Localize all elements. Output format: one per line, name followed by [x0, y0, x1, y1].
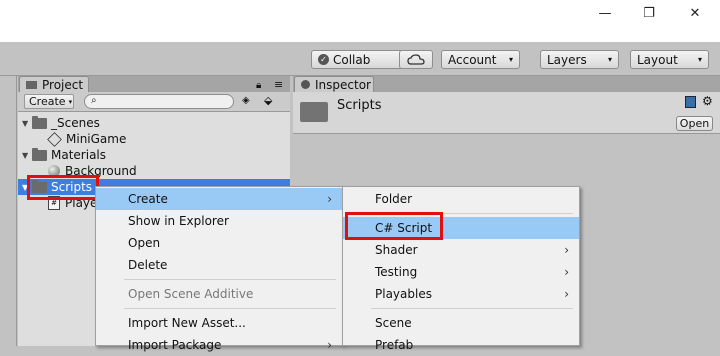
menu-item-open-scene-additive: Open Scene Additive	[96, 283, 342, 305]
label-tag-icon[interactable]: ⬙	[264, 94, 272, 107]
lock-icon[interactable]: 🔒︎	[256, 80, 261, 91]
create-button-label: Create	[29, 95, 66, 108]
info-icon	[301, 80, 310, 89]
menu-item-open[interactable]: Open	[96, 232, 342, 254]
maximize-icon: ❐	[643, 5, 655, 21]
open-button[interactable]: Open	[676, 116, 713, 131]
expand-arrow-icon[interactable]: ▼	[22, 119, 32, 128]
tab-inspector-label: Inspector	[315, 77, 371, 92]
folder-icon	[32, 147, 47, 161]
chevron-down-icon: ▾	[607, 55, 612, 64]
folder-icon	[26, 80, 37, 89]
menu-item-label: Folder	[375, 192, 413, 206]
cloud-icon	[407, 54, 425, 65]
expand-arrow-icon[interactable]: ▼	[22, 151, 32, 160]
chevron-down-icon: ▾	[68, 97, 73, 106]
menu-item-label: Import New Asset...	[128, 316, 246, 330]
layout-label: Layout	[637, 52, 678, 67]
menu-item-label: Testing	[375, 265, 418, 279]
project-search-input[interactable]: ⌕	[84, 94, 234, 109]
project-toolbar: Create ▾ ⌕ ◈ ⬙	[18, 92, 290, 112]
menu-separator	[124, 308, 336, 309]
close-icon: ✕	[689, 5, 701, 21]
account-label: Account	[448, 52, 497, 67]
menu-item-label: Open	[128, 236, 161, 250]
tree-item-materials[interactable]: ▼ Materials	[22, 147, 106, 163]
menu-item-label: Delete	[128, 258, 168, 272]
menu-item-label: Show in Explorer	[128, 214, 229, 228]
annotation-highlight-csharp-script	[345, 212, 443, 240]
menu-item-import-new-asset[interactable]: Import New Asset...	[96, 312, 342, 334]
chevron-right-icon: ›	[564, 265, 569, 279]
close-button[interactable]: ✕	[672, 0, 718, 26]
annotation-highlight-scripts	[27, 175, 99, 200]
menu-item-label: Open Scene Additive	[128, 287, 254, 301]
tree-item-label: _Scenes	[51, 116, 100, 130]
left-panel-edge	[0, 76, 17, 346]
folder-icon	[300, 102, 328, 122]
menu-item-shader[interactable]: Shader ›	[343, 239, 579, 261]
folder-icon	[32, 115, 47, 129]
tree-item-label: MiniGame	[66, 132, 127, 146]
search-icon: ⌕	[91, 95, 97, 106]
chevron-right-icon: ›	[564, 243, 569, 257]
menu-item-delete[interactable]: Delete	[96, 254, 342, 276]
menu-item-testing[interactable]: Testing ›	[343, 261, 579, 283]
chevron-down-icon: ▾	[697, 55, 702, 64]
menu-item-show-in-explorer[interactable]: Show in Explorer	[96, 210, 342, 232]
context-menu: Create › Show in Explorer Open Delete Op…	[95, 186, 343, 352]
minimize-button[interactable]: —	[582, 0, 628, 26]
chevron-down-icon: ▾	[508, 55, 513, 64]
gear-icon[interactable]: ⚙	[702, 94, 713, 108]
menu-item-label: Create	[128, 192, 168, 206]
menu-separator	[371, 308, 573, 309]
title-bar: — ❐ ✕	[0, 0, 720, 42]
maximize-button[interactable]: ❐	[626, 0, 672, 26]
cloud-button[interactable]	[399, 50, 433, 69]
inspector-title: Scripts	[337, 98, 382, 113]
chevron-right-icon: ›	[327, 338, 332, 352]
collab-label: Collab	[333, 52, 371, 67]
account-dropdown[interactable]: Account ▾	[441, 50, 520, 69]
menu-item-create[interactable]: Create ›	[96, 188, 342, 210]
panel-menu-icon[interactable]: ≡	[274, 78, 283, 91]
inspector-header: Scripts ⚙ Open	[293, 92, 720, 134]
check-icon: ✓	[318, 54, 329, 65]
chevron-right-icon: ›	[327, 192, 332, 206]
tab-project[interactable]: Project	[19, 76, 89, 92]
menu-item-scene[interactable]: Scene	[343, 312, 579, 334]
filter-type-icon[interactable]: ◈	[242, 95, 250, 106]
minimize-icon: —	[598, 5, 612, 21]
menu-item-label: Shader	[375, 243, 418, 257]
chevron-right-icon: ›	[564, 287, 569, 301]
layers-label: Layers	[547, 52, 587, 67]
menu-item-label: Scene	[375, 316, 412, 330]
tree-item-label: Materials	[51, 148, 107, 162]
menu-item-label: Prefab	[375, 338, 414, 352]
project-create-button[interactable]: Create ▾	[24, 94, 74, 109]
help-book-icon[interactable]	[685, 96, 696, 108]
menu-item-playables[interactable]: Playables ›	[343, 283, 579, 305]
tree-item-minigame[interactable]: MiniGame	[47, 131, 127, 147]
tab-project-label: Project	[42, 77, 84, 92]
menu-separator	[124, 279, 336, 280]
layers-dropdown[interactable]: Layers ▾	[540, 50, 619, 69]
menu-item-label: Import Package	[128, 338, 222, 352]
menu-item-prefab[interactable]: Prefab	[343, 334, 579, 356]
unity-scene-icon	[47, 131, 62, 147]
layout-dropdown[interactable]: Layout ▾	[630, 50, 709, 69]
menu-item-label: Playables	[375, 287, 432, 301]
tab-inspector[interactable]: Inspector	[294, 76, 374, 92]
menu-item-folder[interactable]: Folder	[343, 188, 579, 210]
create-submenu: Folder C# Script Shader › Testing › Play…	[342, 186, 580, 352]
menu-item-import-package[interactable]: Import Package ›	[96, 334, 342, 356]
tree-item-scenes[interactable]: ▼ _Scenes	[22, 115, 100, 131]
